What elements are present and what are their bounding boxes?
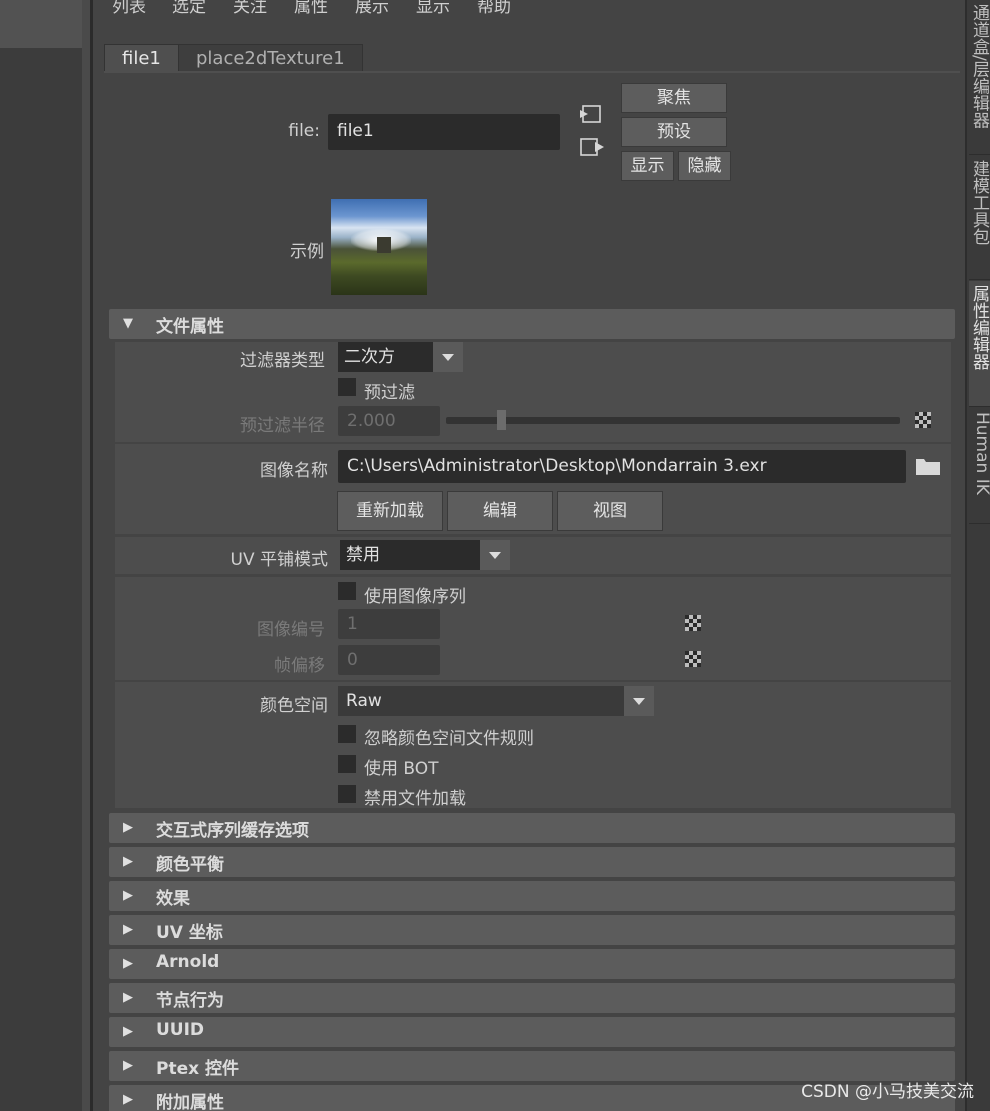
folder-icon[interactable]	[915, 456, 941, 476]
menu-list[interactable]: 列表	[112, 0, 146, 17]
dock-tab-attribute-editor[interactable]: 属性编辑器	[969, 281, 990, 407]
map-button-icon[interactable]	[915, 412, 931, 428]
output-connection-icon[interactable]	[578, 137, 606, 159]
file-label: file:	[288, 121, 320, 141]
presets-button[interactable]: 预设	[621, 117, 727, 147]
chevron-down-icon	[433, 342, 463, 372]
section-uv-coordinates[interactable]: ▶ UV 坐标	[109, 915, 955, 945]
expand-arrow-icon: ▶	[123, 1058, 133, 1073]
disable-file-load-label: 禁用文件加载	[364, 789, 466, 809]
view-button[interactable]: 视图	[557, 491, 663, 531]
menu-help[interactable]: 帮助	[477, 0, 511, 17]
section-title: Arnold	[156, 952, 220, 972]
texture-swatch[interactable]	[331, 199, 427, 295]
use-bot-checkbox[interactable]	[338, 755, 356, 773]
section-file-attributes[interactable]: ▼ 文件属性	[109, 309, 955, 339]
frame-offset-label: 帧偏移	[274, 656, 325, 676]
section-interactive-sequence-caching[interactable]: ▶ 交互式序列缓存选项	[109, 813, 955, 843]
menu-attributes[interactable]: 属性	[294, 0, 328, 17]
use-image-sequence-label: 使用图像序列	[364, 587, 466, 607]
image-number-label: 图像编号	[257, 620, 325, 640]
section-title: 交互式序列缓存选项	[156, 821, 309, 841]
use-bot-label: 使用 BOT	[364, 759, 439, 779]
right-dock: 通道盒/层编辑器 建模工具包 属性编辑器 Human IK	[965, 0, 990, 1111]
filter-type-value: 二次方	[344, 347, 395, 367]
section-title: UUID	[156, 1020, 205, 1040]
section-title: 颜色平衡	[156, 855, 224, 875]
frame-offset-field[interactable]: 0	[338, 645, 440, 675]
section-color-balance[interactable]: ▶ 颜色平衡	[109, 847, 955, 877]
filter-type-dropdown[interactable]: 二次方	[338, 342, 463, 372]
sample-label: 示例	[290, 242, 324, 262]
expand-arrow-icon: ▶	[123, 854, 133, 869]
section-title: 文件属性	[156, 317, 224, 337]
section-effects[interactable]: ▶ 效果	[109, 881, 955, 911]
expand-arrow-icon: ▶	[123, 820, 133, 835]
section-title: 附加属性	[156, 1093, 224, 1111]
dock-tab-channel-box[interactable]: 通道盒/层编辑器	[969, 0, 990, 155]
tab-place2dtexture1[interactable]: place2dTexture1	[178, 44, 363, 72]
map-button-icon[interactable]	[685, 651, 701, 667]
left-panel	[0, 0, 90, 1111]
left-panel-header	[0, 0, 82, 48]
pre-filter-checkbox[interactable]	[338, 378, 356, 396]
expand-arrow-icon: ▶	[123, 956, 133, 971]
section-title: 节点行为	[156, 991, 224, 1011]
focus-button[interactable]: 聚焦	[621, 83, 727, 113]
chevron-down-icon	[624, 686, 654, 716]
menu-selected[interactable]: 选定	[172, 0, 206, 17]
uv-tiling-dropdown[interactable]: 禁用	[340, 540, 510, 570]
uv-tiling-label: UV 平铺模式	[230, 550, 328, 570]
reload-button[interactable]: 重新加载	[337, 491, 443, 531]
menu-show[interactable]: 展示	[355, 0, 389, 17]
use-image-sequence-checkbox[interactable]	[338, 582, 356, 600]
section-title: UV 坐标	[156, 923, 223, 943]
expand-arrow-icon: ▶	[123, 1024, 133, 1039]
expand-arrow-icon: ▶	[123, 888, 133, 903]
image-name-input[interactable]: C:\Users\Administrator\Desktop\Mondarrai…	[338, 450, 906, 483]
show-button[interactable]: 显示	[621, 151, 674, 181]
color-space-label: 颜色空间	[260, 696, 328, 716]
pre-filter-radius-label: 预过滤半径	[240, 416, 325, 436]
pre-filter-radius-field[interactable]: 2.000	[338, 406, 440, 436]
watermark: CSDN @小马技美交流	[801, 1082, 974, 1102]
menu-display[interactable]: 显示	[416, 0, 450, 17]
section-node-behavior[interactable]: ▶ 节点行为	[109, 983, 955, 1013]
expand-arrow-icon: ▶	[123, 922, 133, 937]
panel-splitter[interactable]	[82, 0, 90, 1111]
edit-button[interactable]: 编辑	[447, 491, 553, 531]
expand-arrow-icon: ▶	[123, 990, 133, 1005]
section-title: 效果	[156, 889, 190, 909]
dock-tab-human-ik[interactable]: Human IK	[969, 408, 990, 524]
expand-arrow-icon: ▶	[123, 1092, 133, 1107]
menu-focus[interactable]: 关注	[233, 0, 267, 17]
dock-tab-modeling-toolkit[interactable]: 建模工具包	[969, 156, 990, 280]
color-space-dropdown[interactable]: Raw	[338, 686, 654, 716]
filter-type-label: 过滤器类型	[240, 351, 325, 371]
pre-filter-label: 预过滤	[364, 383, 415, 403]
input-connection-icon[interactable]	[578, 104, 604, 126]
section-arnold[interactable]: ▶ Arnold	[109, 949, 955, 979]
uv-tiling-value: 禁用	[346, 545, 380, 565]
tab-underline	[104, 71, 960, 73]
map-button-icon[interactable]	[685, 615, 701, 631]
file-name-input[interactable]: file1	[328, 114, 560, 150]
section-uuid[interactable]: ▶ UUID	[109, 1017, 955, 1047]
pre-filter-radius-slider-track[interactable]	[446, 417, 900, 424]
image-number-field[interactable]: 1	[338, 609, 440, 639]
section-title: Ptex 控件	[156, 1059, 239, 1079]
ignore-cs-rules-label: 忽略颜色空间文件规则	[364, 729, 534, 749]
pre-filter-radius-slider-handle[interactable]	[497, 410, 506, 430]
color-space-value: Raw	[346, 691, 382, 711]
collapse-arrow-icon: ▼	[123, 316, 133, 331]
hide-button[interactable]: 隐藏	[678, 151, 731, 181]
tab-file1[interactable]: file1	[104, 44, 179, 72]
ignore-cs-rules-checkbox[interactable]	[338, 725, 356, 743]
chevron-down-icon	[480, 540, 510, 570]
image-name-label: 图像名称	[260, 461, 328, 481]
disable-file-load-checkbox[interactable]	[338, 785, 356, 803]
